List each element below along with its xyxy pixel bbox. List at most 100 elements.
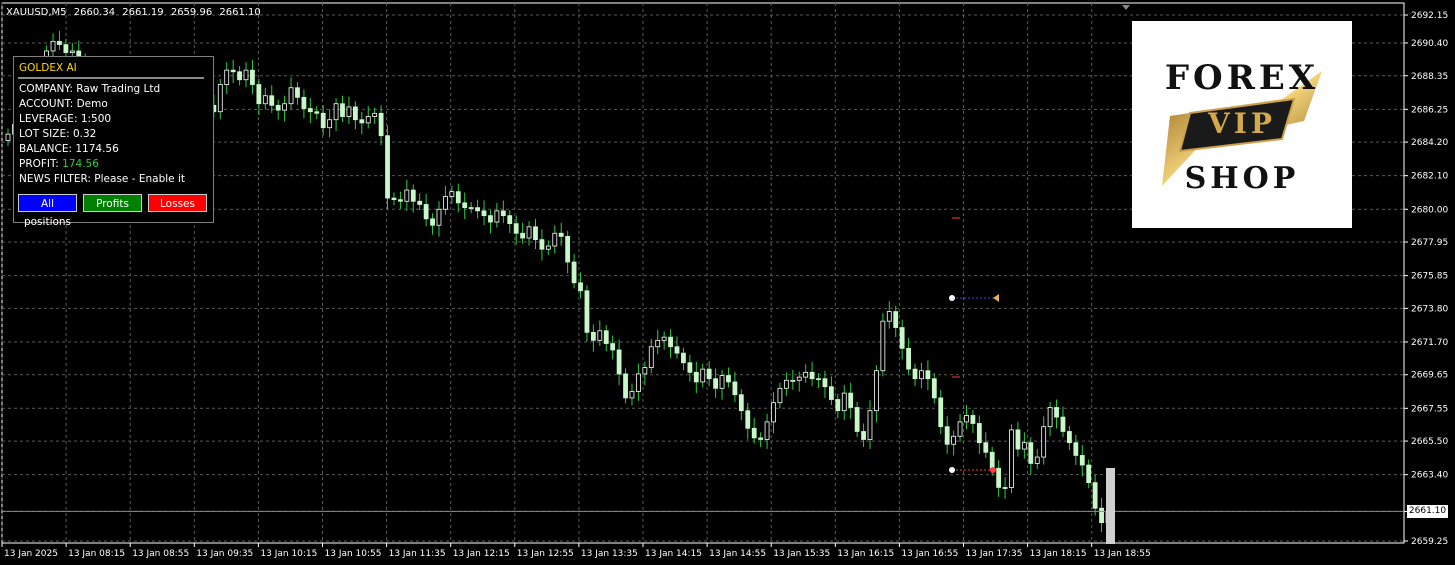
candle-body — [1021, 442, 1027, 450]
candle-body — [745, 410, 751, 429]
time-axis-label: 13 Jan 08:55 — [132, 549, 189, 559]
candle-body — [603, 330, 609, 344]
candle-body — [340, 103, 345, 117]
candle-body — [269, 95, 275, 106]
candle-body — [693, 371, 699, 383]
candle-body — [578, 282, 583, 292]
candle-body — [391, 197, 397, 201]
candle-body — [558, 232, 564, 237]
candle-body — [423, 204, 429, 220]
candle-body — [976, 423, 982, 444]
candle-body — [481, 210, 487, 217]
logo-vip-text: VIP — [1208, 107, 1276, 140]
candle-body — [217, 84, 223, 113]
candle-body — [861, 431, 866, 440]
price-axis-label: 2659.25 — [1411, 537, 1448, 547]
candle-body — [494, 210, 500, 223]
candle-body — [410, 189, 416, 202]
account-label: ACCOUNT: Demo — [19, 98, 108, 110]
profit-value: 174.56 — [62, 158, 99, 170]
candle-body — [983, 442, 989, 453]
price-axis-label: 2690.40 — [1411, 39, 1448, 49]
candle-body — [443, 196, 448, 210]
candle-body — [430, 218, 435, 226]
last-bar-highlight — [1106, 468, 1115, 544]
candle-body — [989, 451, 995, 469]
time-axis-label: 13 Jan 08:15 — [68, 549, 125, 559]
candle-body — [642, 367, 648, 375]
company-label: COMPANY: Raw Trading Ltd — [19, 83, 161, 95]
candle-body — [951, 435, 957, 445]
shift-marker-icon — [1122, 5, 1130, 10]
candle-body — [378, 112, 384, 137]
candle-body — [796, 376, 802, 381]
candle-body — [237, 71, 242, 81]
candle-body — [996, 467, 1002, 488]
candle-body — [449, 191, 455, 197]
time-axis-label: 13 Jan 10:55 — [325, 549, 382, 559]
candle-body — [462, 202, 468, 209]
candle-body — [533, 226, 538, 241]
time-axis-label: 13 Jan 15:35 — [773, 549, 830, 559]
time-axis-label: 13 Jan 16:55 — [901, 549, 958, 559]
ohlc-open: 2660.34 — [73, 7, 116, 18]
candle-body — [352, 106, 358, 121]
candle-body — [822, 378, 828, 388]
price-axis-label: 2692.15 — [1411, 11, 1448, 21]
trade-exit-marker — [993, 294, 999, 302]
candle-body — [455, 191, 461, 204]
time-axis-label: 13 Jan 09:35 — [196, 549, 253, 559]
time-axis-label: 13 Jan 14:15 — [645, 549, 702, 559]
news-filter-label: NEWS FILTER: Please - Enable it — [19, 173, 185, 185]
candle-body — [500, 210, 506, 217]
logo-shop-text: SHOP — [1184, 161, 1300, 196]
candle-body — [230, 69, 236, 73]
candle-body — [610, 343, 616, 351]
candle-body — [314, 111, 320, 114]
losses-button[interactable]: Losses — [148, 194, 207, 212]
time-axis-label: 13 Jan 2025 — [4, 549, 58, 559]
candle-body — [397, 199, 403, 202]
candle-body — [964, 415, 969, 423]
candle-body — [899, 327, 905, 349]
candle-body — [320, 112, 326, 129]
price-axis-label: 2671.70 — [1411, 338, 1448, 348]
candle-body — [719, 375, 725, 389]
candle-body — [841, 392, 847, 412]
ohlc-high: 2661.19 — [122, 7, 164, 18]
candle-body — [777, 387, 783, 404]
candle-body — [674, 346, 680, 354]
profits-button[interactable]: Profits — [83, 194, 142, 212]
candle-body — [906, 347, 911, 370]
price-axis-label: 2680.00 — [1411, 205, 1448, 215]
current-price-tag: 2661.10 — [1407, 505, 1448, 518]
candle-body — [57, 40, 62, 45]
price-axis-label: 2669.65 — [1411, 371, 1448, 381]
ohlc-close: 2661.10 — [219, 7, 261, 18]
candle-body — [295, 87, 300, 98]
candle-body — [301, 96, 307, 109]
all-positions-button[interactable]: All positions — [18, 194, 77, 228]
price-axis-label: 2675.85 — [1411, 272, 1448, 282]
forex-vip-shop-logo: FOREX VIP SHOP — [1132, 21, 1352, 228]
candle-body — [816, 378, 821, 381]
candle-body — [63, 44, 69, 53]
candle-body — [925, 370, 931, 380]
time-axis-label: 13 Jan 18:15 — [1030, 549, 1087, 559]
candle-body — [751, 427, 757, 439]
candle-body — [874, 370, 879, 412]
candle-body — [944, 426, 950, 445]
price-axis-label: 2677.95 — [1411, 238, 1448, 248]
price-axis-label: 2682.10 — [1411, 172, 1448, 182]
candle-body — [1079, 455, 1085, 466]
candle-body — [848, 392, 854, 408]
candle-body — [661, 336, 667, 341]
price-axis-label: 2667.55 — [1411, 404, 1448, 414]
candle-body — [327, 119, 333, 129]
candle-body — [372, 112, 378, 117]
candle-body — [970, 415, 976, 424]
ea-info-panel: GOLDEX AI COMPANY: Raw Trading Ltd ACCOU… — [13, 56, 214, 228]
time-axis-label: 13 Jan 12:55 — [517, 549, 574, 559]
candle-body — [1034, 456, 1040, 464]
price-axis-label: 2684.20 — [1411, 138, 1448, 148]
